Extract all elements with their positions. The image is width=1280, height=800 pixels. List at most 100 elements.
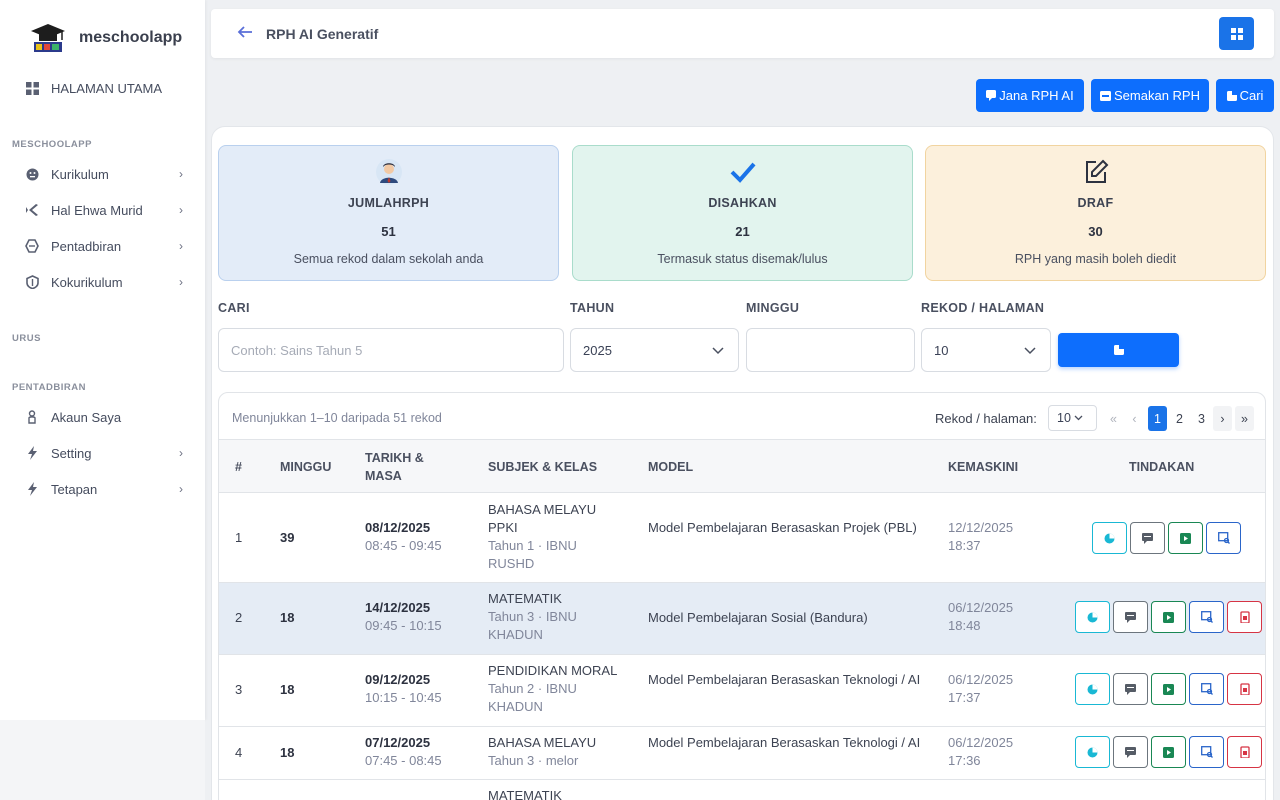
sidebar-item-label: Kurikulum: [51, 166, 109, 182]
sidebar-item-pentadbiran[interactable]: Pentadbiran ›: [24, 234, 189, 258]
play-button[interactable]: [1151, 673, 1186, 705]
trash-icon: [1239, 746, 1250, 758]
apps-button[interactable]: [1219, 17, 1254, 50]
page-last-button[interactable]: »: [1235, 406, 1254, 431]
sidebar-item-kurikulum[interactable]: Kurikulum ›: [24, 162, 189, 186]
comment-icon: [1125, 611, 1136, 623]
sidebar-item-kokurikulum[interactable]: Kokurikulum ›: [24, 270, 189, 294]
delete-button[interactable]: [1227, 673, 1262, 705]
search-input[interactable]: Contoh: Sains Tahun 5: [218, 328, 564, 372]
review-rph-button[interactable]: Semakan RPH: [1091, 79, 1209, 112]
sidebar-item-setting[interactable]: Setting ›: [24, 441, 189, 465]
col-header-week: MINGGU: [280, 460, 332, 474]
cell-updated-time: 17:37: [948, 690, 981, 705]
stat-value: 51: [381, 224, 396, 239]
delete-button[interactable]: [1227, 736, 1262, 768]
cell-week: 18: [280, 745, 295, 760]
page-1-button[interactable]: 1: [1148, 406, 1167, 431]
chevron-right-icon: ›: [179, 446, 183, 460]
sidebar-item-tetapan[interactable]: Tetapan ›: [24, 477, 189, 501]
comment-button[interactable]: [1113, 673, 1148, 705]
cell-updated-date: 06/12/2025: [948, 600, 1014, 615]
chart-button[interactable]: [1075, 673, 1110, 705]
view-button[interactable]: [1189, 736, 1224, 768]
chat-icon: [986, 90, 997, 101]
comment-button[interactable]: [1113, 601, 1148, 633]
table-row[interactable]: MATEMATIK: [219, 780, 1265, 800]
perpage-select[interactable]: 10: [921, 328, 1051, 372]
sidebar: meschoolapp HALAMAN UTAMA MESCHOOLAPP Ku…: [0, 0, 205, 720]
page-next-button[interactable]: ›: [1213, 406, 1232, 431]
filter-apply-button[interactable]: [1058, 333, 1179, 367]
page-2-button[interactable]: 2: [1170, 406, 1189, 431]
play-icon: [1180, 532, 1191, 544]
play-button[interactable]: [1168, 522, 1203, 554]
search-icon: [1113, 345, 1124, 355]
cell-model: Model Pembelajaran Berasaskan Projek (PB…: [648, 520, 917, 535]
view-button[interactable]: [1206, 522, 1241, 554]
sidebar-item-label: Hal Ehwa Murid: [51, 202, 143, 218]
year-select[interactable]: 2025: [570, 328, 739, 372]
cell-date-value: 14/12/2025: [365, 600, 431, 615]
col-header-updated: KEMASKINI: [948, 460, 1019, 474]
chart-button[interactable]: [1092, 522, 1127, 554]
table-row[interactable]: 4 18 07/12/2025 07:45 - 08:45 BAHASA MELA…: [219, 727, 1265, 780]
generate-rph-button[interactable]: Jana RPH AI: [976, 79, 1084, 112]
grid-icon: [24, 80, 40, 96]
stat-label: DISAHKAN: [708, 196, 777, 210]
cell-subject-name: PENDIDIKAN MORAL: [488, 663, 618, 678]
chart-button[interactable]: [1075, 601, 1110, 633]
page-prev-button[interactable]: ‹: [1125, 406, 1144, 431]
search-icon: [1226, 90, 1237, 101]
sidebar-item-label: Kokurikulum: [51, 274, 123, 290]
cell-class-name: Tahun 1 · IBNU RUSHD: [488, 538, 577, 571]
play-button[interactable]: [1151, 601, 1186, 633]
view-button[interactable]: [1189, 673, 1224, 705]
back-arrow-icon[interactable]: [237, 24, 253, 45]
brand[interactable]: meschoolapp: [30, 22, 182, 54]
col-header-date-line1: TARIKH &: [365, 451, 424, 465]
view-button[interactable]: [1189, 601, 1224, 633]
comment-icon: [1125, 683, 1136, 695]
preview-icon: [1217, 532, 1230, 544]
cell-class-name: Tahun 2 · IBNU KHADUN: [488, 681, 577, 714]
cell-time-value: 07:45 - 08:45: [365, 753, 442, 768]
col-header-date-line2: MASA: [365, 469, 402, 483]
play-icon: [1163, 611, 1174, 623]
stat-description: Termasuk status disemak/lulus: [657, 252, 828, 266]
search-button-label: Cari: [1239, 88, 1264, 103]
chevron-right-icon: ›: [179, 482, 183, 496]
page-title: RPH AI Generatif: [266, 26, 379, 42]
cell-time-value: 09:45 - 10:15: [365, 618, 442, 633]
teacher-avatar-icon: [375, 158, 403, 186]
chevron-right-icon: ›: [179, 203, 183, 217]
cell-subject: MATEMATIK: [488, 788, 562, 800]
search-filter-label: CARI: [218, 301, 250, 315]
brand-logo: [30, 22, 66, 54]
brand-name: meschoolapp: [79, 29, 183, 46]
comment-button[interactable]: [1130, 522, 1165, 554]
sidebar-item-home[interactable]: HALAMAN UTAMA: [24, 76, 189, 100]
chip-icon: [24, 238, 40, 254]
sidebar-section-meschoolapp: MESCHOOLAPP: [12, 139, 92, 150]
chart-button[interactable]: [1075, 736, 1110, 768]
table-row[interactable]: 1 39 08/12/2025 08:45 - 09:45 BAHASA MELA…: [219, 493, 1265, 583]
sidebar-item-hal-ehwa-murid[interactable]: Hal Ehwa Murid ›: [24, 198, 189, 222]
cell-date-value: 08/12/2025: [365, 520, 431, 535]
search-button[interactable]: Cari: [1216, 79, 1274, 112]
page-3-button[interactable]: 3: [1192, 406, 1211, 431]
chevron-down-icon: [1024, 343, 1036, 358]
table-row[interactable]: 2 18 14/12/2025 09:45 - 10:15 MATEMATIK Ta…: [219, 583, 1265, 655]
delete-button[interactable]: [1227, 601, 1262, 633]
bolt-icon: [24, 481, 40, 497]
week-input[interactable]: [746, 328, 915, 372]
bolt-icon: [24, 445, 40, 461]
sidebar-item-akaun-saya[interactable]: Akaun Saya: [24, 405, 189, 429]
page-first-button[interactable]: «: [1104, 406, 1123, 431]
table-perpage-select[interactable]: 10: [1048, 405, 1097, 431]
play-button[interactable]: [1151, 736, 1186, 768]
cell-week: 18: [280, 610, 295, 625]
comment-button[interactable]: [1113, 736, 1148, 768]
table-row[interactable]: 3 18 09/12/2025 10:15 - 10:45 PENDIDIKAN …: [219, 655, 1265, 727]
comment-icon: [1142, 532, 1153, 544]
